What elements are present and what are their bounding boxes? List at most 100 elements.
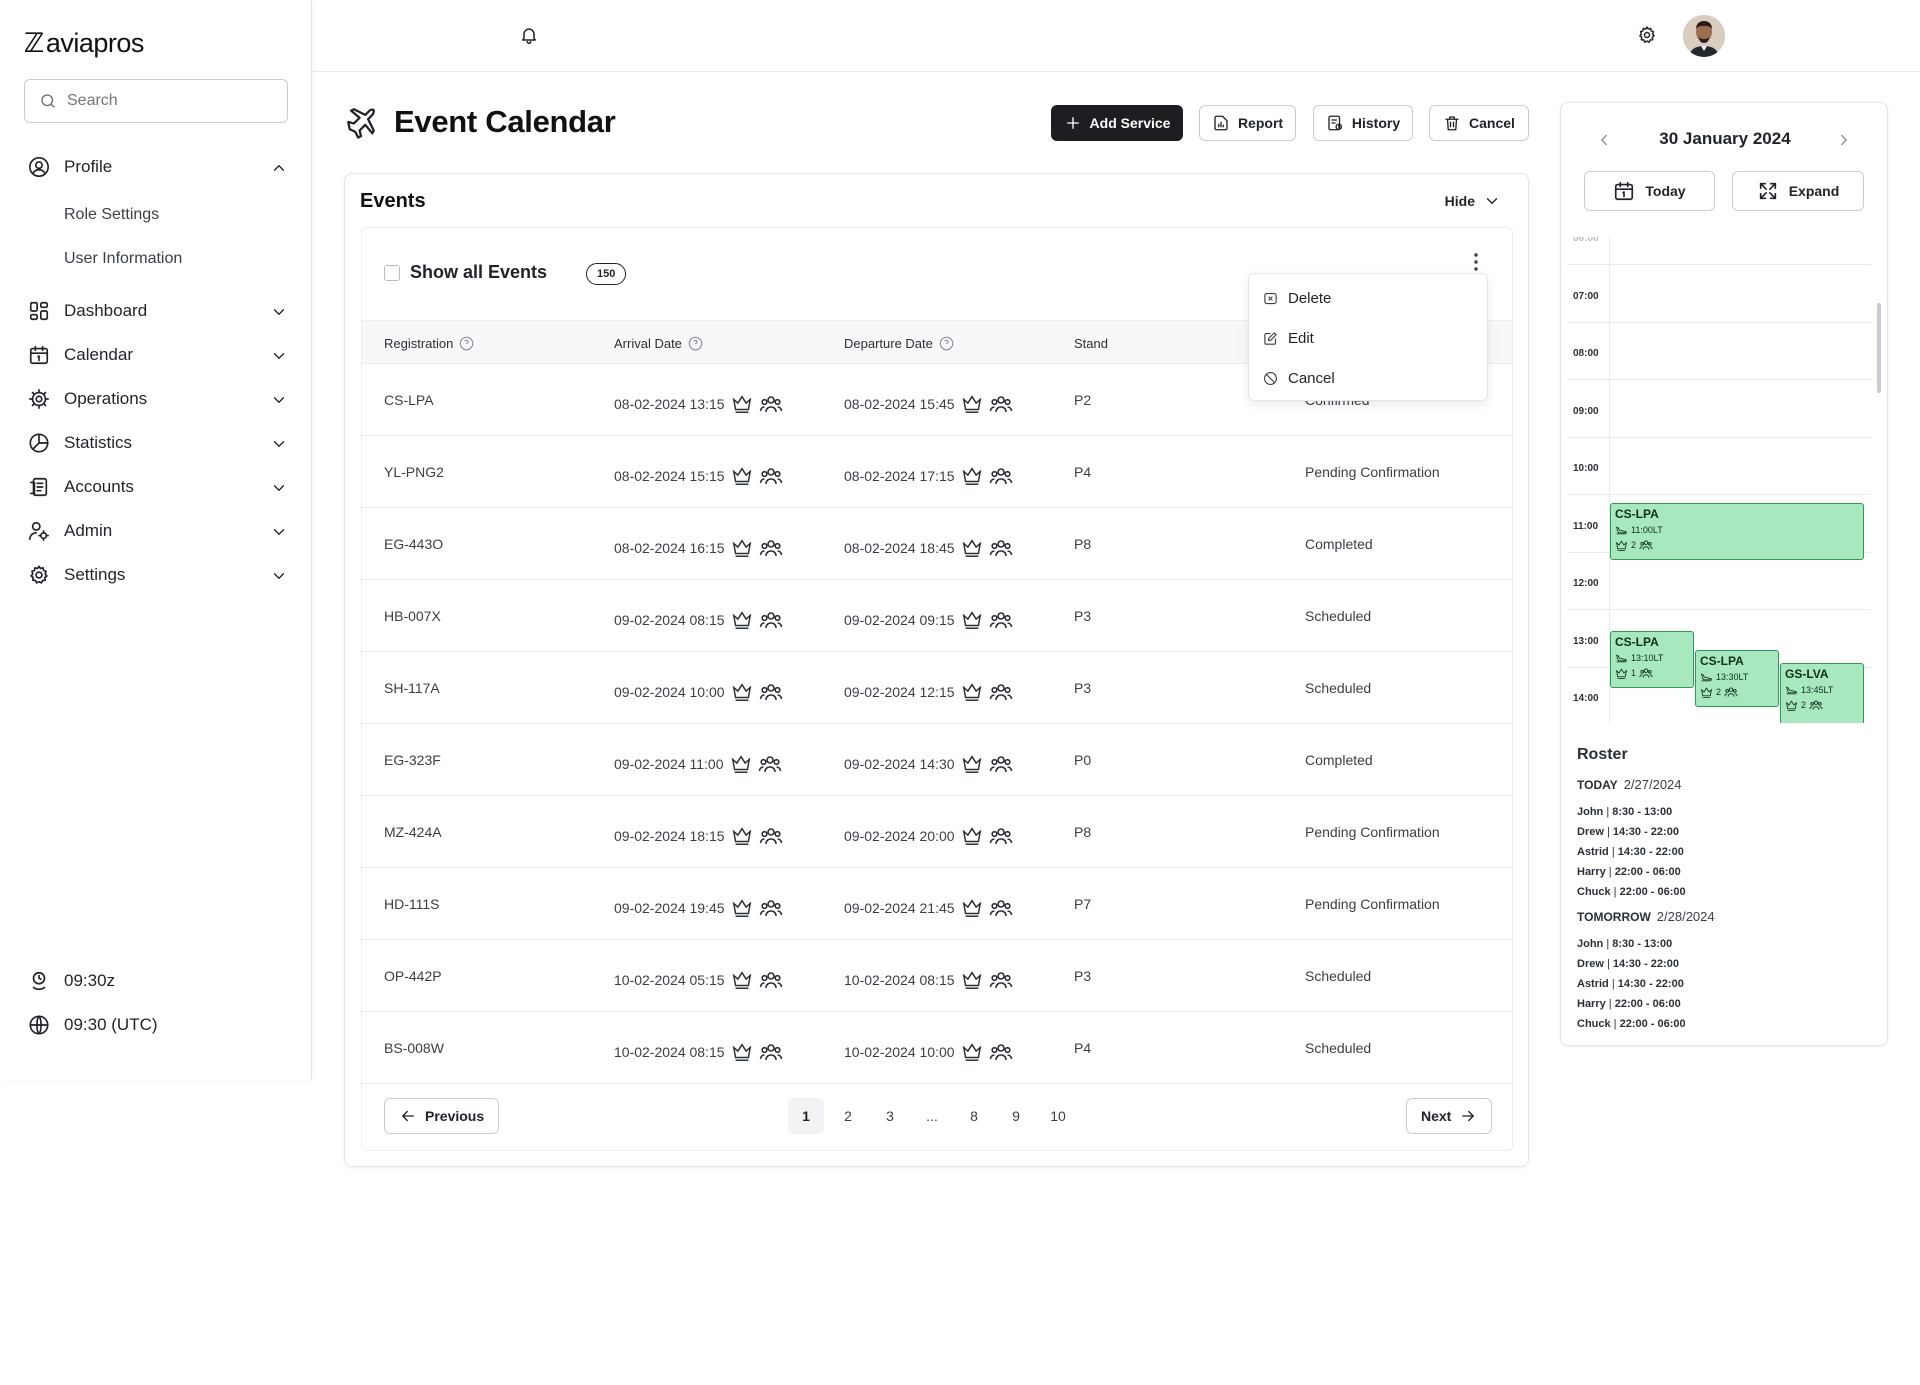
show-all-events[interactable]: Show all Events [384,262,547,283]
history-label: History [1351,115,1401,131]
day-calendar-panel: 30 January 2024 Today Expand 06:00 07:00 0… [1560,102,1888,1046]
table-row[interactable]: YL-PNG2 08-02-2024 15:15 08-02-2024 17:15 P… [362,436,1512,508]
gear-icon[interactable] [1637,25,1657,45]
page-number[interactable]: 9 [998,1098,1034,1134]
departure-date: 09-02-2024 20:00 [844,828,955,844]
passengers-icon [1639,540,1653,550]
help-circle-icon[interactable] [459,336,474,351]
add-service-button[interactable]: Add Service [1051,105,1183,141]
day-timeline[interactable]: 06:00 07:00 08:00 09:00 10:00 11:00 12:00 13:00… [1567,237,1871,723]
roster-name: Astrid [1577,846,1609,858]
expand-label: Expand [1788,183,1840,199]
sidebar-sub-role-settings[interactable]: Role Settings [64,206,159,224]
table-row[interactable]: MZ-424A 09-02-2024 18:15 09-02-2024 20:00 P… [362,796,1512,868]
event-time: 13:30LT [1700,670,1774,683]
roster-name: John [1577,938,1604,950]
bell-icon[interactable] [519,25,539,45]
crown-icon [732,539,751,557]
report-button[interactable]: Report [1199,105,1296,141]
column-header-stand[interactable]: Stand [1074,336,1108,351]
today-button[interactable]: Today [1584,171,1715,211]
search-icon [41,94,55,108]
search-input[interactable] [67,92,267,110]
show-all-checkbox[interactable] [384,264,400,281]
menu-item-cancel[interactable]: Cancel [1263,370,1335,387]
help-circle-icon[interactable] [688,336,703,351]
event-pax-count: 2 [1716,687,1722,697]
history-button[interactable]: History [1313,105,1413,141]
table-row[interactable]: EG-323F 09-02-2024 11:00 09-02-2024 14:30 P… [362,724,1512,796]
registration-cell: MZ-424A [384,824,442,840]
kebab-menu-icon[interactable] [1466,250,1486,274]
chevron-down-icon[interactable] [270,523,288,541]
crown-icon [732,971,751,989]
arrival-cell: 10-02-2024 05:15 [614,968,783,992]
sidebar-item-calendar[interactable]: Calendar [28,340,288,370]
page-number[interactable]: 2 [830,1098,866,1134]
crown-icon [962,395,981,413]
chevron-down-icon[interactable] [270,303,288,321]
menu-item-edit[interactable]: Edit [1263,330,1314,347]
expand-icon [1759,182,1776,200]
help-circle-icon[interactable] [939,336,954,351]
brand-name: aviapros [45,28,145,58]
table-row[interactable]: OP-442P 10-02-2024 05:15 10-02-2024 08:15 P… [362,940,1512,1012]
chevron-down-icon[interactable] [270,391,288,409]
event-time: 13:10LT [1615,651,1689,664]
passengers-icon [989,684,1012,701]
calendar-event[interactable]: CS-LPA 13:30LT 2 [1695,650,1779,707]
calendar-event[interactable]: CS-LPA 11:00LT 2 [1610,503,1864,560]
chevron-down-icon[interactable] [270,479,288,497]
sidebar-item-label: Operations [64,389,148,408]
sidebar-item-settings[interactable]: Settings [28,560,288,590]
page-number[interactable]: 10 [1040,1098,1076,1134]
sidebar-item-dashboard[interactable]: Dashboard [28,296,288,326]
calendar-event[interactable]: CS-LPA 13:10LT 1 [1610,631,1694,688]
chevron-down-icon[interactable] [270,567,288,585]
sidebar-item-admin[interactable]: Admin [28,516,288,546]
roster-today-heading: TODAY 2/27/2024 [1577,777,1682,792]
page-number[interactable]: 3 [872,1098,908,1134]
table-row[interactable]: SH-117A 09-02-2024 10:00 09-02-2024 12:15 P… [362,652,1512,724]
next-button[interactable]: Next [1406,1098,1493,1134]
event-registration: CS-LPA [1615,507,1659,521]
column-header-departure[interactable]: Departure Date [844,336,954,351]
timeline-hour-label: 08:00 [1573,348,1599,359]
chevron-right-icon[interactable] [1835,131,1853,149]
arrival-cell: 08-02-2024 13:15 [614,392,783,416]
menu-item-delete[interactable]: Delete [1263,290,1331,307]
today-label: Today [1645,183,1686,199]
timeline-scrollbar[interactable] [1877,303,1881,393]
calendar-event[interactable]: GS-LVA 13:45LT 2 [1780,663,1864,723]
arrival-cell: 08-02-2024 16:15 [614,536,783,560]
search-box[interactable] [24,79,288,123]
table-row[interactable]: HD-111S 09-02-2024 19:45 09-02-2024 21:45 P… [362,868,1512,940]
table-row[interactable]: HB-007X 09-02-2024 08:15 09-02-2024 09:15 P… [362,580,1512,652]
sidebar-item-statistics[interactable]: Statistics [28,428,288,458]
chevron-up-icon[interactable] [270,159,288,177]
roster-entry: Harry | 22:00 - 06:00 [1577,866,1681,878]
passengers-icon [759,396,782,413]
table-row[interactable]: BS-008W 10-02-2024 08:15 10-02-2024 10:00 P… [362,1012,1512,1084]
page-number[interactable]: 1 [788,1098,824,1134]
sidebar-item-label: Admin [64,521,113,540]
page-number[interactable]: 8 [956,1098,992,1134]
sidebar-item-profile[interactable]: Profile [28,152,288,182]
sidebar-item-operations[interactable]: Operations [28,384,288,414]
previous-button[interactable]: Previous [384,1098,500,1134]
hide-button[interactable]: Hide [1445,192,1501,210]
show-all-label: Show all Events [410,262,548,282]
admin-gear-user-icon [29,521,49,541]
column-header-registration[interactable]: Registration [384,336,474,351]
cancel-button[interactable]: Cancel [1429,105,1529,141]
expand-button[interactable]: Expand [1732,171,1864,211]
chevron-down-icon[interactable] [270,347,288,365]
column-header-arrival[interactable]: Arrival Date [614,336,703,351]
passengers-icon [1639,668,1653,678]
sidebar-sub-user-information[interactable]: User Information [64,250,182,268]
column-label: Arrival Date [614,336,682,351]
table-row[interactable]: EG-443O 08-02-2024 16:15 08-02-2024 18:45 P… [362,508,1512,580]
sidebar-item-accounts[interactable]: Accounts [28,472,288,502]
avatar[interactable] [1683,15,1725,57]
chevron-down-icon[interactable] [270,435,288,453]
